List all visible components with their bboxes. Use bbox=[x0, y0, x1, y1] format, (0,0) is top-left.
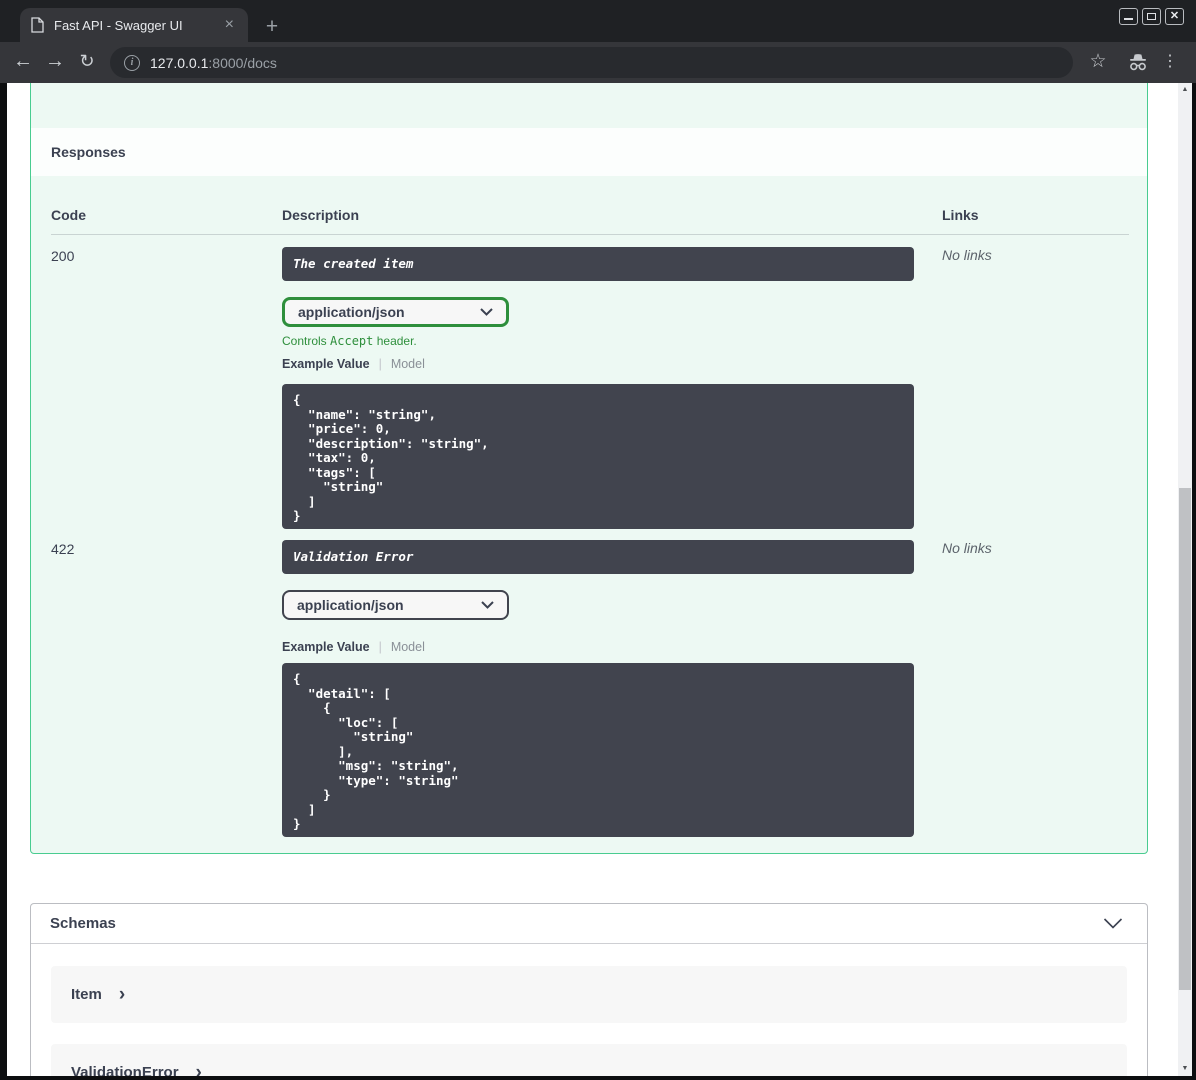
reload-button[interactable]: ↻ bbox=[72, 42, 102, 83]
response-code-200: 200 bbox=[51, 248, 75, 264]
incognito-icon bbox=[1130, 54, 1146, 71]
table-header-divider bbox=[51, 234, 1129, 235]
url-host: 127.0.0.1 bbox=[150, 54, 209, 71]
model-name: Item bbox=[71, 986, 102, 1003]
scrollbar-down-icon[interactable]: ▼ bbox=[1178, 1062, 1192, 1076]
window-controls: ✕ bbox=[1119, 8, 1184, 25]
schema-model-item[interactable]: Item › bbox=[51, 966, 1127, 1023]
chevron-down-icon bbox=[481, 601, 494, 609]
model-name: ValidationError bbox=[71, 1064, 179, 1076]
chevron-down-icon[interactable] bbox=[1103, 918, 1123, 929]
url-path: :8000/docs bbox=[208, 54, 277, 71]
tab-separator: | bbox=[378, 640, 382, 654]
accept-header-note: Controls Accept header. bbox=[282, 334, 417, 348]
responses-title: Responses bbox=[51, 144, 126, 160]
page-favicon-icon bbox=[31, 17, 44, 33]
page-scrollbar[interactable]: ▲ ▼ bbox=[1178, 83, 1192, 1076]
scrollbar-up-icon[interactable]: ▲ bbox=[1178, 83, 1192, 97]
media-type-value: application/json bbox=[298, 304, 405, 320]
maximize-button[interactable] bbox=[1142, 8, 1161, 25]
example-model-tabs: Example Value | Model bbox=[282, 357, 425, 371]
minimize-button[interactable] bbox=[1119, 8, 1138, 25]
tab-model[interactable]: Model bbox=[391, 357, 425, 371]
tab-title: Fast API - Swagger UI bbox=[54, 17, 183, 33]
response-links-422: No links bbox=[942, 540, 992, 556]
tab-model[interactable]: Model bbox=[391, 640, 425, 654]
back-button[interactable]: ← bbox=[8, 42, 38, 83]
site-info-icon[interactable]: i bbox=[124, 54, 140, 71]
schemas-header[interactable]: Schemas bbox=[31, 904, 1147, 944]
example-model-tabs: Example Value | Model bbox=[282, 640, 425, 654]
tab-close-icon[interactable]: × bbox=[221, 17, 238, 33]
chevron-right-icon: › bbox=[118, 984, 126, 1005]
media-type-select[interactable]: application/json bbox=[282, 297, 509, 327]
response-description-200: The created item bbox=[282, 247, 914, 281]
tab-example-value[interactable]: Example Value bbox=[282, 357, 370, 371]
new-tab-button[interactable]: + bbox=[260, 16, 284, 40]
url-text[interactable]: 127.0.0.1:8000/docs bbox=[150, 55, 277, 71]
page-viewport: Responses Code Description Links 200 The… bbox=[7, 83, 1192, 1076]
forward-button[interactable]: → bbox=[40, 42, 70, 83]
media-type-select[interactable]: application/json bbox=[282, 590, 509, 620]
chevron-down-icon bbox=[480, 308, 493, 316]
response-description-422: Validation Error bbox=[282, 540, 914, 574]
browser-toolbar: ← → ↻ i 127.0.0.1:8000/docs ☆ ⋮ bbox=[0, 42, 1196, 83]
column-header-description: Description bbox=[282, 207, 360, 223]
example-json-200[interactable]: { "name": "string", "price": 0, "descrip… bbox=[282, 384, 914, 529]
chevron-right-icon: › bbox=[195, 1062, 202, 1076]
scrollbar-thumb[interactable] bbox=[1179, 488, 1191, 990]
example-json-422-code: { "detail": [ { "loc": [ "string" ], "ms… bbox=[293, 671, 459, 831]
column-header-code: Code bbox=[51, 207, 86, 223]
browser-titlebar: Fast API - Swagger UI × + ✕ ← → ↻ i 127.… bbox=[0, 0, 1196, 83]
tab-strip: Fast API - Swagger UI × + ✕ bbox=[0, 0, 1196, 42]
example-json-200-code: { "name": "string", "price": 0, "descrip… bbox=[293, 392, 489, 523]
address-bar[interactable]: i 127.0.0.1:8000/docs bbox=[110, 47, 1073, 78]
browser-tab[interactable]: Fast API - Swagger UI × bbox=[20, 8, 248, 42]
schemas-title: Schemas bbox=[50, 915, 116, 932]
opblock-responses-container: Responses Code Description Links 200 The… bbox=[30, 83, 1148, 854]
close-window-button[interactable]: ✕ bbox=[1165, 8, 1184, 25]
browser-menu-icon[interactable]: ⋮ bbox=[1160, 42, 1180, 83]
responses-section-header: Responses bbox=[31, 128, 1147, 176]
response-code-422: 422 bbox=[51, 541, 75, 557]
response-links-200: No links bbox=[942, 247, 992, 263]
schemas-section: Schemas Item › ValidationError › bbox=[30, 903, 1148, 1076]
example-json-422[interactable]: { "detail": [ { "loc": [ "string" ], "ms… bbox=[282, 663, 914, 837]
tab-example-value[interactable]: Example Value bbox=[282, 640, 370, 654]
schema-model-validationerror[interactable]: ValidationError › bbox=[51, 1044, 1127, 1076]
media-type-value: application/json bbox=[297, 597, 404, 613]
bookmark-star-icon[interactable]: ☆ bbox=[1086, 42, 1110, 83]
column-header-links: Links bbox=[942, 207, 979, 223]
tab-separator: | bbox=[378, 357, 382, 371]
